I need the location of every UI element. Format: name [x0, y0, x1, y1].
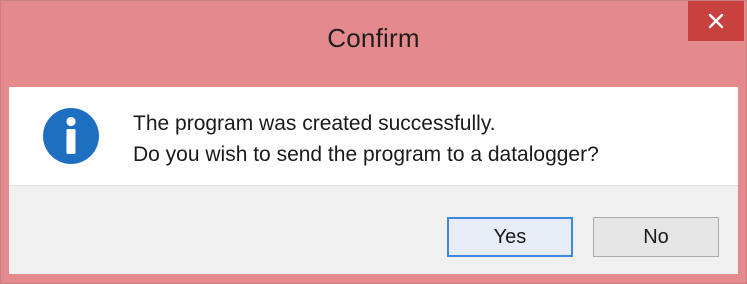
yes-button[interactable]: Yes — [447, 217, 573, 257]
message-area: The program was created successfully. Do… — [9, 87, 738, 185]
message-line-2: Do you wish to send the program to a dat… — [133, 143, 599, 166]
info-icon — [42, 107, 100, 165]
dialog-title: Confirm — [327, 23, 420, 53]
close-icon — [708, 13, 724, 29]
title-bar[interactable]: Confirm — [1, 1, 746, 85]
no-button[interactable]: No — [593, 217, 719, 257]
dialog-body: The program was created successfully. Do… — [9, 87, 738, 274]
confirm-dialog: Confirm The program was created successf… — [0, 0, 747, 284]
button-area: Yes No — [9, 185, 738, 274]
message-line-1: The program was created successfully. — [133, 112, 496, 135]
message-text: The program was created successfully. Do… — [133, 108, 599, 170]
close-button[interactable] — [688, 1, 744, 41]
